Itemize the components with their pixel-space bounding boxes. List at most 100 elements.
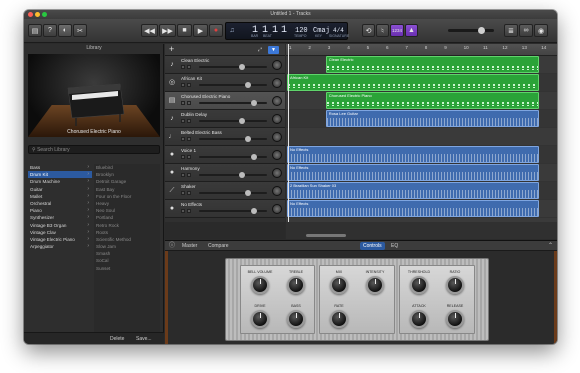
library-category-item[interactable]: Vintage B3 Organ › <box>28 222 92 229</box>
track-name[interactable]: Dublin Delay <box>181 112 207 117</box>
smart-controls-button[interactable]: ◐ <box>58 24 72 37</box>
control-knob[interactable] <box>330 310 348 328</box>
master-volume-handle[interactable] <box>478 27 485 34</box>
mute-button[interactable] <box>181 65 185 69</box>
track-header[interactable]: ⟋ Shaker <box>165 182 285 200</box>
control-knob[interactable] <box>287 276 305 294</box>
pan-knob[interactable] <box>272 78 282 88</box>
playhead[interactable] <box>288 44 289 239</box>
solo-button[interactable] <box>187 83 191 87</box>
stop-button[interactable]: ■ <box>177 24 192 37</box>
control-knob[interactable] <box>287 310 305 328</box>
collapse-icon[interactable]: ⌃ <box>548 241 553 251</box>
library-patch-item[interactable]: Slow Jam <box>94 243 160 250</box>
record-button[interactable]: ● <box>209 24 223 37</box>
library-patch-item[interactable]: SoCal <box>94 257 160 264</box>
track-volume-slider[interactable] <box>199 136 267 142</box>
control-knob[interactable] <box>410 310 428 328</box>
library-patch-item[interactable]: Roots <box>94 229 160 236</box>
loop-browser-button[interactable]: ∞ <box>519 24 533 37</box>
solo-button[interactable] <box>187 119 191 123</box>
library-patch-item[interactable]: Four on the Floor <box>94 193 160 200</box>
tuner-button[interactable]: ♮ <box>376 24 389 37</box>
library-category-item[interactable]: Drum Machine › <box>28 178 92 185</box>
count-in-button[interactable]: 1234 <box>390 24 404 37</box>
track-name[interactable]: Shaker <box>181 184 196 189</box>
library-category-item[interactable]: Vintage Electric Piano › <box>28 236 92 243</box>
save-patch-button[interactable]: Save... <box>136 335 152 343</box>
delete-patch-button[interactable]: Delete <box>110 335 124 343</box>
notepad-button[interactable]: ≣ <box>504 24 518 37</box>
track-header[interactable]: ♩ Belted Electric Bass <box>165 128 285 146</box>
library-category-item[interactable]: Orchestral › <box>28 200 92 207</box>
track-name[interactable]: Harmony <box>181 166 200 171</box>
track-name[interactable]: African Kit <box>181 76 202 81</box>
control-knob[interactable] <box>410 276 428 294</box>
track-volume-handle[interactable] <box>251 208 257 214</box>
solo-button[interactable] <box>187 209 191 213</box>
track-volume-handle[interactable] <box>245 136 251 142</box>
library-category-item[interactable]: Drum Kit › <box>28 171 92 179</box>
mute-button[interactable] <box>181 137 185 141</box>
track-volume-slider[interactable] <box>199 190 267 196</box>
library-patch-item[interactable]: Scientific Method <box>94 236 160 243</box>
track-header[interactable]: ◎ African Kit <box>165 74 285 92</box>
solo-button[interactable] <box>187 137 191 141</box>
library-patch-item[interactable]: Sunset <box>94 265 160 272</box>
track-volume-handle[interactable] <box>239 64 245 70</box>
track-volume-handle[interactable] <box>245 190 251 196</box>
rewind-button[interactable]: ◀◀ <box>141 24 158 37</box>
tab-eq[interactable]: EQ <box>388 242 401 250</box>
solo-button[interactable] <box>187 173 191 177</box>
horizontal-scrollbar[interactable] <box>306 234 346 237</box>
pan-knob[interactable] <box>272 96 282 106</box>
mute-button[interactable] <box>181 173 185 177</box>
region[interactable]: African Kit <box>287 74 540 91</box>
track-header[interactable]: ♪ Clean Electric <box>165 56 285 74</box>
smart-tempo-icon[interactable]: ⤢ <box>255 46 265 54</box>
pan-knob[interactable] <box>272 150 282 160</box>
mute-button[interactable] <box>181 191 185 195</box>
region[interactable]: Clean Electric <box>325 56 540 73</box>
metronome-button[interactable]: ▲ <box>405 24 418 37</box>
track-name[interactable]: Clean Electric <box>181 58 209 63</box>
mute-button[interactable] <box>181 209 185 213</box>
mute-button[interactable] <box>181 101 185 105</box>
pan-knob[interactable] <box>272 204 282 214</box>
arrange-area[interactable]: 1 2 3 4 5 6 7 8 9 10 11 12 13 14 Clean Electric Africa… <box>286 44 557 239</box>
control-knob[interactable] <box>446 310 464 328</box>
mute-button[interactable] <box>181 83 185 87</box>
library-patch-item[interactable]: Heavy <box>94 200 160 207</box>
media-browser-button[interactable]: ◉ <box>534 24 548 37</box>
track-name[interactable]: Chorused Electric Piano <box>181 94 230 99</box>
track-header[interactable]: ● Harmony <box>165 164 285 182</box>
info-icon[interactable]: ⓘ <box>169 241 175 251</box>
track-header[interactable]: ♪ Dublin Delay <box>165 110 285 128</box>
control-knob[interactable] <box>251 276 269 294</box>
control-knob[interactable] <box>330 276 348 294</box>
tab-controls[interactable]: Controls <box>360 242 385 250</box>
region[interactable]: No Effects <box>287 164 540 181</box>
editors-button[interactable]: ✂ <box>73 24 87 37</box>
library-category-item[interactable]: Piano › <box>28 207 92 214</box>
track-volume-slider[interactable] <box>199 172 267 178</box>
mute-button[interactable] <box>181 119 185 123</box>
control-knob[interactable] <box>251 310 269 328</box>
tab-compare[interactable]: Compare <box>205 242 232 250</box>
track-header[interactable]: ● No Effects <box>165 200 285 218</box>
track-header[interactable]: ● Voice 1 <box>165 146 285 164</box>
library-button[interactable]: ▤ <box>28 24 42 37</box>
track-volume-handle[interactable] <box>239 172 245 178</box>
solo-button[interactable] <box>187 155 191 159</box>
help-button[interactable]: ? <box>43 24 57 37</box>
region[interactable]: 2 Brazilian Sun Shaker 03 <box>287 182 540 199</box>
pan-knob[interactable] <box>272 60 282 70</box>
track-volume-handle[interactable] <box>251 154 257 160</box>
region[interactable]: Chorused Electric Piano <box>325 92 540 109</box>
track-volume-slider[interactable] <box>199 208 267 214</box>
track-volume-slider[interactable] <box>199 64 267 70</box>
track-volume-handle[interactable] <box>239 118 245 124</box>
add-track-icon[interactable]: + <box>169 44 174 55</box>
library-patch-item[interactable]: Brooklyn <box>94 171 160 178</box>
library-category-item[interactable]: Bass › <box>28 164 92 171</box>
